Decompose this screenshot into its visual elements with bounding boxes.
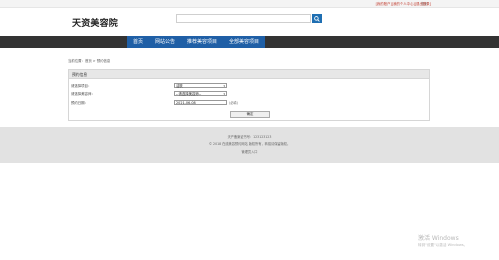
search-input[interactable] [176, 14, 311, 23]
top-bar: 您好 [我的账户][我的个人中心][退出登录] [0, 0, 499, 8]
chevron-down-icon: ▾ [223, 84, 225, 89]
nav-item-all-projects[interactable]: 全部美容项目 [223, 36, 265, 48]
form-row-beautician: 请选择美容师： --请选择美容师-- ▾ [71, 90, 227, 97]
date-label: 预约日期： [71, 101, 88, 105]
form-row-date: 预约日期： 2021-06-08 (必填) [71, 99, 238, 106]
windows-activation-watermark: 激活 Windows 转到"设置"以激活 Windows。 [418, 233, 467, 248]
date-input[interactable]: 2021-06-08 [174, 99, 227, 106]
date-input-value: 2021-06-08 [176, 100, 196, 105]
search-icon [314, 15, 320, 22]
footer-admin-link[interactable]: 管理员入口 [0, 149, 499, 154]
form-row-project: 请选择项目： 洁肤 ▾ [71, 82, 227, 89]
main-nav: 首页 网站公告 推荐美容项目 全部美容项目 [0, 36, 499, 48]
beautician-label: 请选择美容师： [71, 92, 95, 96]
nav-items: 首页 网站公告 推荐美容项目 全部美容项目 [127, 36, 266, 48]
submit-button[interactable]: 确定 [230, 111, 270, 118]
footer: 天产备案证书号：123123123 © 2018 在线美容预约网站 版权所有，转… [0, 127, 499, 163]
required-hint: (必填) [229, 101, 238, 105]
project-select[interactable]: 洁肤 ▾ [174, 82, 227, 89]
account-links[interactable]: [我的账户][我的个人中心][退出登录] [376, 1, 431, 6]
panel-title: 预约信息 [69, 70, 429, 79]
watermark-title: 激活 Windows [418, 235, 459, 242]
nav-item-announcements[interactable]: 网站公告 [149, 36, 181, 48]
beautician-select[interactable]: --请选择美容师-- ▾ [174, 90, 227, 97]
footer-copyright: © 2018 在线美容预约网站 版权所有，转载请保留版权。 [208, 142, 291, 146]
project-label: 请选择项目： [71, 84, 92, 88]
chevron-down-icon: ▾ [223, 92, 225, 97]
search-button[interactable] [312, 14, 322, 23]
beautician-select-value: --请选择美容师-- [176, 91, 202, 96]
watermark-subtitle: 转到"设置"以激活 Windows。 [418, 243, 468, 247]
nav-item-home[interactable]: 首页 [127, 36, 149, 48]
footer-record: 天产备案证书号：123123123 [227, 135, 272, 139]
breadcrumb: 当前位置：首页 > 预约信息 [68, 59, 111, 63]
site-logo[interactable]: 天资美容院 [72, 16, 118, 29]
project-select-value: 洁肤 [176, 83, 183, 88]
nav-item-recommended[interactable]: 推荐美容项目 [181, 36, 223, 48]
page-root: 您好 [我的账户][我的个人中心][退出登录] 天资美容院 首页 网站公告 推荐… [0, 0, 499, 260]
